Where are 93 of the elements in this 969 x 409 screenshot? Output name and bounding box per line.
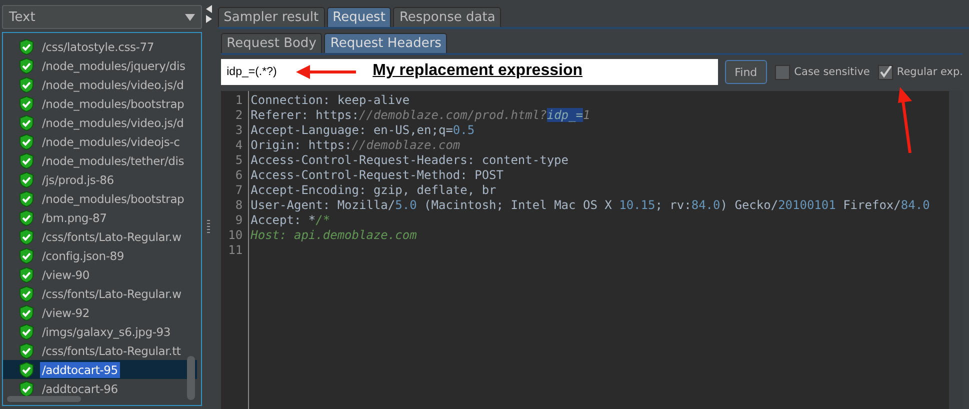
line-number: 9	[234, 213, 244, 228]
code-text: Firefox/	[842, 198, 901, 212]
code-text: 10.15	[619, 198, 656, 212]
shield-check-icon	[19, 190, 34, 206]
line-number: 10	[227, 228, 244, 243]
code-text: Referer: https:	[250, 108, 359, 122]
tree-item[interactable]: /bm.png-87	[40, 210, 109, 226]
splitter-grip[interactable]	[207, 220, 210, 234]
shield-check-icon	[19, 172, 34, 188]
shield-check-icon	[19, 152, 34, 168]
code-text: ) Gecko/	[720, 198, 778, 212]
line-number: 3	[234, 123, 244, 138]
tree-item[interactable]: /addtocart-96	[40, 380, 120, 396]
checkbox[interactable]	[878, 64, 893, 80]
tree-item[interactable]: /css/fonts/Lato-Regular.tt	[40, 342, 183, 358]
checkbox-label: Case sensitive	[794, 66, 870, 78]
code-text: //demoblaze.com/prod.html?	[359, 108, 547, 122]
shield-check-icon	[19, 324, 34, 340]
tab[interactable]: Request	[326, 7, 392, 27]
arrow-annotation	[897, 87, 913, 153]
find-button[interactable]: Find	[724, 60, 768, 84]
line-number: 7	[234, 183, 244, 198]
checkbox[interactable]	[775, 64, 790, 80]
code-text: Host: api.demoblaze.com	[250, 228, 417, 242]
shield-check-icon	[19, 342, 34, 358]
arrow-annotation	[296, 65, 356, 79]
view-dropdown[interactable]: Text	[2, 5, 202, 29]
line-number: 8	[234, 198, 244, 213]
tab[interactable]: Request Headers	[324, 33, 448, 53]
shield-check-icon	[19, 58, 34, 74]
code-text: ; rv:	[655, 198, 692, 212]
shield-check-icon	[19, 362, 34, 378]
caret-icon	[185, 14, 196, 20]
tree-item[interactable]: /css/fonts/Lato-Regular.w	[40, 228, 184, 244]
tree-item[interactable]: /node_modules/video.js/d	[40, 114, 186, 130]
line-number: 2	[234, 108, 244, 123]
line-number: 6	[234, 168, 244, 183]
tree-item[interactable]: /node_modules/bootstrap	[40, 190, 186, 206]
code-text: Accept-Encoding: gzip, deflate, br	[250, 183, 496, 197]
code-text: Connection: keep-alive	[250, 93, 410, 107]
shield-check-icon	[19, 286, 34, 302]
code-text: //demoblaze.com	[352, 138, 460, 152]
shield-check-icon	[19, 134, 34, 150]
code-text: 84.0	[900, 198, 930, 212]
shield-check-icon	[19, 266, 34, 282]
tree-item[interactable]: /config.json-89	[40, 248, 126, 264]
scrollbar-thumb[interactable]	[187, 356, 196, 400]
shield-check-icon	[19, 248, 34, 264]
tree-item[interactable]: /addtocart-95	[40, 362, 120, 378]
code-text: Accept: *	[250, 213, 316, 227]
tree-item[interactable]: /node_modules/jquery/dis	[40, 58, 188, 74]
shield-check-icon	[19, 96, 34, 112]
code-text: idp_=	[546, 108, 583, 122]
scrollbar-thumb[interactable]	[7, 396, 81, 402]
tab[interactable]: Request Body	[220, 33, 322, 53]
code-text: 20100101	[778, 198, 836, 212]
checkbox-label: Regular exp.	[896, 66, 963, 78]
tab[interactable]: Response data	[393, 7, 502, 27]
shield-check-icon	[19, 114, 34, 130]
code-text: Access-Control-Request-Headers: content-type	[250, 153, 569, 167]
tree-item[interactable]: /imgs/galaxy_s6.jpg-93	[40, 324, 173, 340]
tab[interactable]: Sampler result	[218, 7, 325, 27]
tree-item[interactable]: /css/fonts/Lato-Regular.w	[40, 286, 184, 302]
tree-item[interactable]: /css/latostyle.css-77	[40, 38, 156, 54]
code-text: (Macintosh; Intel Mac OS X	[423, 198, 613, 212]
code-text: Access-Control-Request-Method: POST	[250, 168, 504, 182]
tree-item[interactable]: /node_modules/video.js/d	[40, 76, 186, 92]
code-text: 1	[582, 108, 590, 122]
tree-item[interactable]: /node_modules/tether/dis	[40, 152, 186, 168]
code-text: User-Agent: Mozilla/	[250, 198, 396, 212]
code-text: 0.5	[452, 123, 475, 137]
tree-item[interactable]: /view-92	[40, 304, 92, 320]
code-text: /*	[316, 213, 330, 227]
tree-item[interactable]: /node_modules/videojs-c	[40, 134, 182, 150]
tree-item[interactable]: /view-90	[40, 266, 92, 282]
line-number: 1	[234, 93, 244, 108]
line-number: 11	[227, 243, 244, 258]
collapse-arrows-icon[interactable]	[204, 4, 213, 24]
tree-item[interactable]: /node_modules/bootstrap	[40, 96, 186, 112]
code-text: 5.0	[395, 198, 417, 212]
shield-check-icon	[19, 38, 34, 54]
shield-check-icon	[19, 76, 34, 92]
code-text: Origin: https:	[250, 138, 352, 152]
shield-check-icon	[19, 380, 34, 396]
line-number: 4	[234, 138, 244, 153]
shield-check-icon	[19, 210, 34, 226]
shield-check-icon	[19, 228, 34, 244]
annotation-text: My replacement expression	[372, 62, 582, 80]
line-number: 5	[234, 153, 244, 168]
code-text: 84.0	[691, 198, 720, 212]
tree-item[interactable]: /js/prod.js-86	[40, 172, 116, 188]
code-text: Accept-Language: en-US,en;q=	[250, 123, 453, 137]
shield-check-icon	[19, 304, 34, 320]
